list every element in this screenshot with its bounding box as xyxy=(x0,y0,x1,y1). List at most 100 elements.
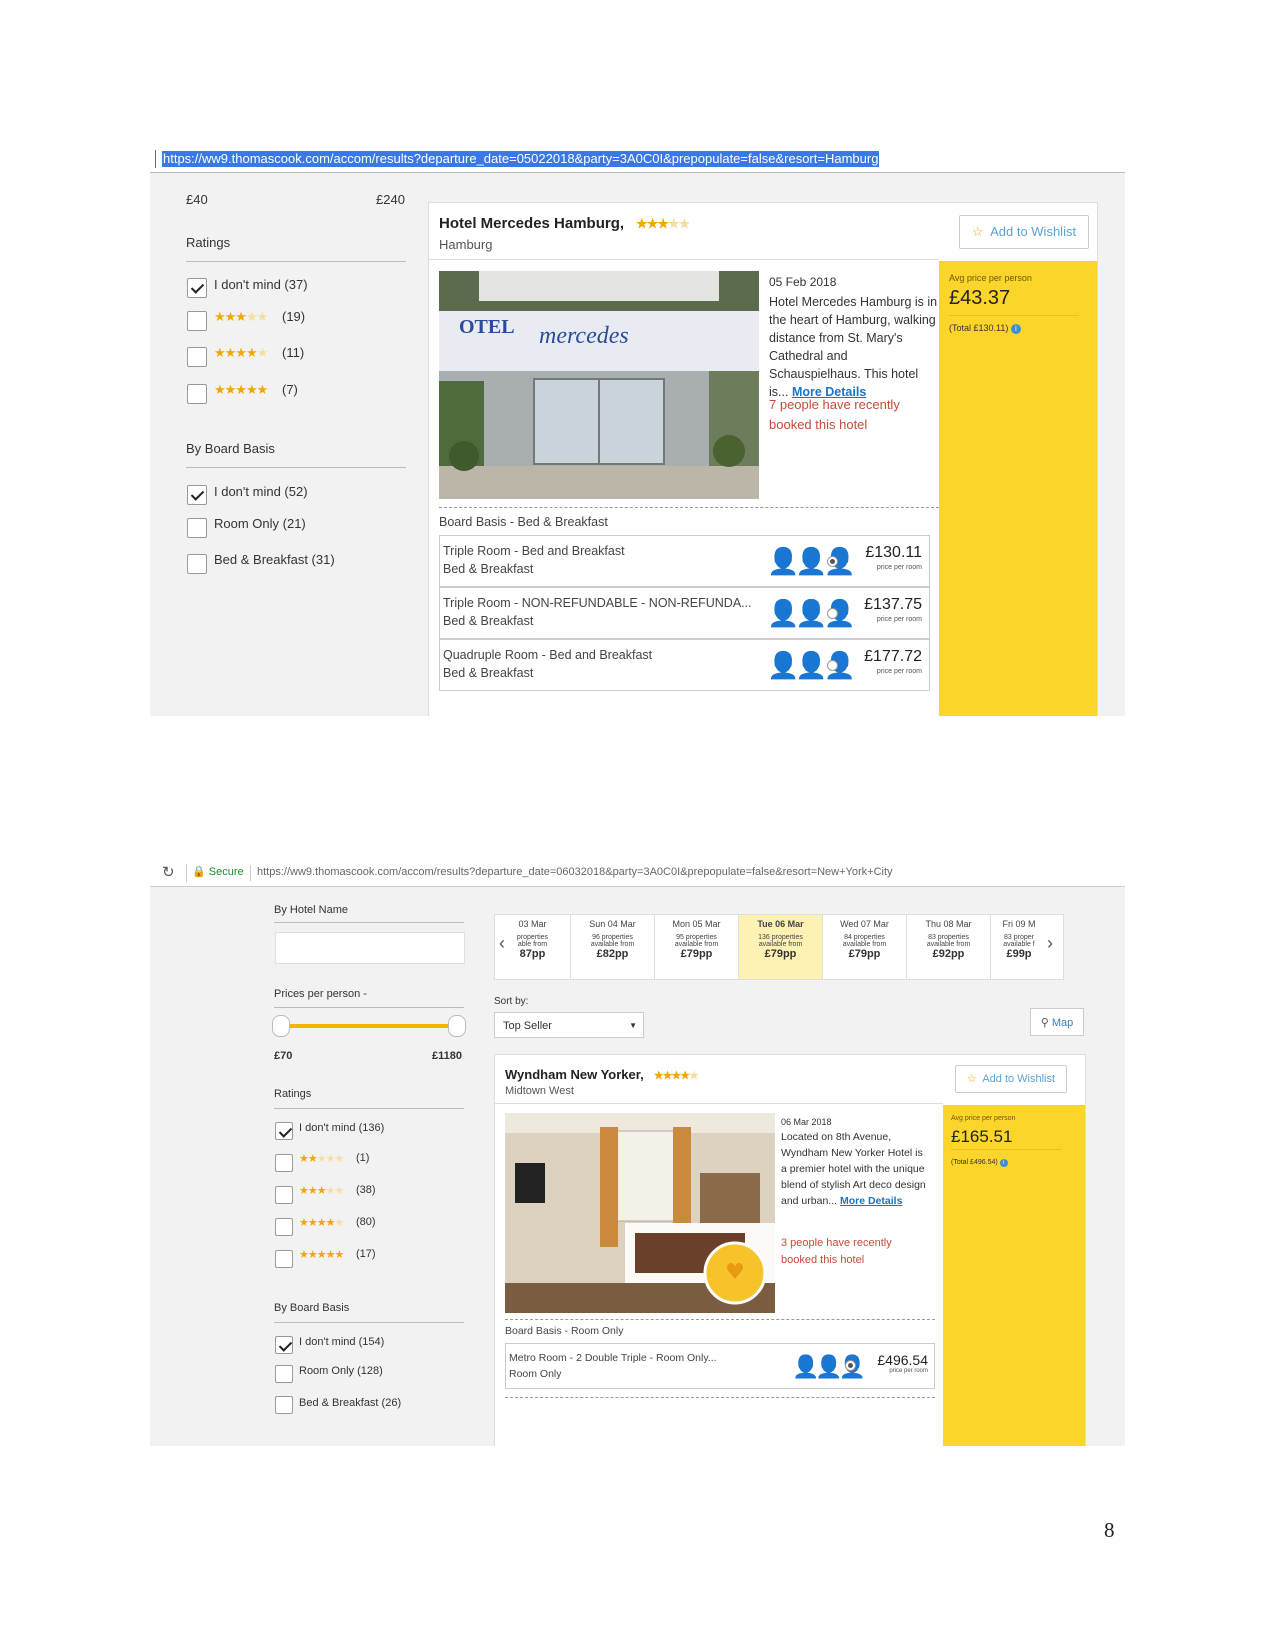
room-price-unit: price per room xyxy=(876,668,922,675)
add-to-wishlist-button[interactable]: ☆ Add to Wishlist xyxy=(955,1065,1067,1093)
avg-price: £165.51 xyxy=(951,1127,1013,1146)
map-button[interactable]: ⚲ Map xyxy=(1030,1008,1084,1036)
price-min-label: £70 xyxy=(274,1050,293,1062)
hotel-name[interactable]: Wyndham New Yorker, ★★★★★ xyxy=(505,1067,699,1082)
rating-4-checkbox[interactable] xyxy=(275,1218,293,1236)
info-icon[interactable]: i xyxy=(1010,324,1021,334)
rating-2-checkbox[interactable] xyxy=(275,1154,293,1172)
price-panel: Avg price per person £165.51 (Total £496… xyxy=(943,1105,1085,1446)
board-room-only-checkbox[interactable] xyxy=(275,1365,293,1383)
hotel-photo[interactable]: OTEL mercedes xyxy=(439,271,759,499)
room-option[interactable]: Quadruple Room - Bed and Breakfast Bed &… xyxy=(439,639,930,691)
divider xyxy=(250,865,251,881)
room-radio[interactable] xyxy=(845,1360,856,1371)
secure-indicator[interactable]: 🔒 Secure xyxy=(192,865,244,878)
rating-5-checkbox[interactable] xyxy=(275,1250,293,1268)
room-option[interactable]: Metro Room - 2 Double Triple - Room Only… xyxy=(505,1343,935,1389)
price-slider-max-handle[interactable] xyxy=(448,1015,466,1037)
rating-3-checkbox[interactable] xyxy=(187,311,207,331)
svg-text:mercedes: mercedes xyxy=(539,323,629,349)
date-avail: available f xyxy=(1003,941,1035,948)
text-cursor xyxy=(155,150,156,168)
date-props: 83 proper xyxy=(1004,934,1034,941)
more-details-link[interactable]: More Details xyxy=(840,1195,902,1207)
board-any-label: I don't mind (52) xyxy=(214,484,308,499)
screenshot-hamburg: https://ww9.thomascook.com/accom/results… xyxy=(150,140,1125,716)
date-day: Wed 07 Mar xyxy=(840,919,889,929)
rating-5-checkbox[interactable] xyxy=(187,384,207,404)
hotel-name[interactable]: Hotel Mercedes Hamburg, ★★★★★ xyxy=(439,215,690,232)
price-slider-min-handle[interactable] xyxy=(272,1015,290,1037)
hotel-photo[interactable]: ♥ xyxy=(505,1113,775,1313)
divider xyxy=(505,1319,935,1320)
divider xyxy=(274,1007,464,1008)
rating-4-checkbox[interactable] xyxy=(187,347,207,367)
room-radio[interactable] xyxy=(827,608,838,619)
address-bar[interactable]: https://ww9.thomascook.com/accom/results… xyxy=(150,140,1125,173)
date-price: £79pp xyxy=(680,948,713,960)
price-slider-track[interactable] xyxy=(284,1024,452,1028)
rating-any-checkbox[interactable] xyxy=(275,1122,293,1140)
room-price: £496.54 xyxy=(877,1352,928,1368)
hotel-card: Hotel Mercedes Hamburg, ★★★★★ Hamburg ☆ A… xyxy=(428,202,1098,716)
price-max-label: £240 xyxy=(376,192,405,207)
room-option[interactable]: Triple Room - NON-REFUNDABLE - NON-REFUN… xyxy=(439,587,930,639)
room-price: £137.75 xyxy=(864,596,922,613)
star-outline-icon: ☆ xyxy=(971,224,984,239)
ratings-title: Ratings xyxy=(186,235,231,250)
prices-title: Prices per person - xyxy=(274,988,367,1000)
rating-4-stars-icon: ★★★★★ xyxy=(299,1217,344,1229)
date-avail: able from xyxy=(517,941,548,948)
date-option-active[interactable]: Tue 06 Mar 136 properties available from… xyxy=(739,915,823,979)
board-any-checkbox[interactable] xyxy=(275,1336,293,1354)
rating-3-checkbox[interactable] xyxy=(275,1186,293,1204)
date-option[interactable]: Fri 09 M 83 proper available f £99p xyxy=(991,915,1047,979)
rating-4-stars-icon: ★★★★★ xyxy=(214,345,268,360)
board-room-only-checkbox[interactable] xyxy=(187,518,207,538)
date-props: 83 properties xyxy=(928,934,969,941)
divider xyxy=(186,864,187,882)
divider xyxy=(495,1103,943,1104)
rating-4-count: (80) xyxy=(356,1216,376,1228)
date-option[interactable]: 03 Mar properties able from 87pp xyxy=(495,915,571,979)
room-radio[interactable] xyxy=(827,556,838,567)
date-option[interactable]: Thu 08 Mar 83 properties available from … xyxy=(907,915,991,979)
date-props: 96 properties xyxy=(592,934,633,941)
date-option[interactable]: Mon 05 Mar 95 properties available from … xyxy=(655,915,739,979)
date-price: 87pp xyxy=(519,948,546,960)
chevron-right-icon[interactable]: › xyxy=(1047,933,1053,954)
board-bb-checkbox[interactable] xyxy=(187,554,207,574)
hotel-location: Hamburg xyxy=(439,237,493,252)
board-basis-title: By Board Basis xyxy=(186,441,275,456)
rating-any-checkbox[interactable] xyxy=(187,278,207,298)
hotel-name-input[interactable] xyxy=(275,932,465,964)
divider xyxy=(429,259,939,260)
rating-3-stars-icon: ★★★★★ xyxy=(214,309,268,324)
room-radio[interactable] xyxy=(827,660,838,671)
add-to-wishlist-button[interactable]: ☆ Add to Wishlist xyxy=(959,215,1089,249)
divider xyxy=(439,507,939,508)
board-room-only-label: Room Only (128) xyxy=(299,1365,383,1377)
date-option[interactable]: Wed 07 Mar 84 properties available from … xyxy=(823,915,907,979)
rating-3-count: (38) xyxy=(356,1184,376,1196)
sort-select[interactable]: Top Seller ▼ xyxy=(494,1012,644,1038)
wishlist-label: Add to Wishlist xyxy=(982,1073,1056,1085)
divider xyxy=(274,1108,464,1109)
price-max-label: £1180 xyxy=(432,1050,462,1062)
board-bb-checkbox[interactable] xyxy=(275,1396,293,1414)
wishlist-label: Add to Wishlist xyxy=(990,224,1077,239)
rating-3-count: (19) xyxy=(282,309,306,324)
url-text[interactable]: https://ww9.thomascook.com/accom/results… xyxy=(257,866,893,878)
booked-notice: 3 people have recently booked this hotel xyxy=(781,1237,892,1266)
date-avail: available from xyxy=(590,941,635,948)
board-any-checkbox[interactable] xyxy=(187,485,207,505)
date-day: Tue 06 Mar xyxy=(757,919,804,929)
divider xyxy=(274,922,464,923)
url-text[interactable]: https://ww9.thomascook.com/accom/results… xyxy=(162,151,880,167)
date-option[interactable]: Sun 04 Mar 96 properties available from … xyxy=(571,915,655,979)
room-price: £130.11 xyxy=(865,544,922,561)
screenshot-new-york: ↻ 🔒 Secure https://ww9.thomascook.com/ac… xyxy=(150,860,1125,1446)
reload-icon[interactable]: ↻ xyxy=(162,863,175,881)
room-option[interactable]: Triple Room - Bed and Breakfast Bed & Br… xyxy=(439,535,930,587)
info-icon[interactable]: i xyxy=(999,1159,1008,1167)
